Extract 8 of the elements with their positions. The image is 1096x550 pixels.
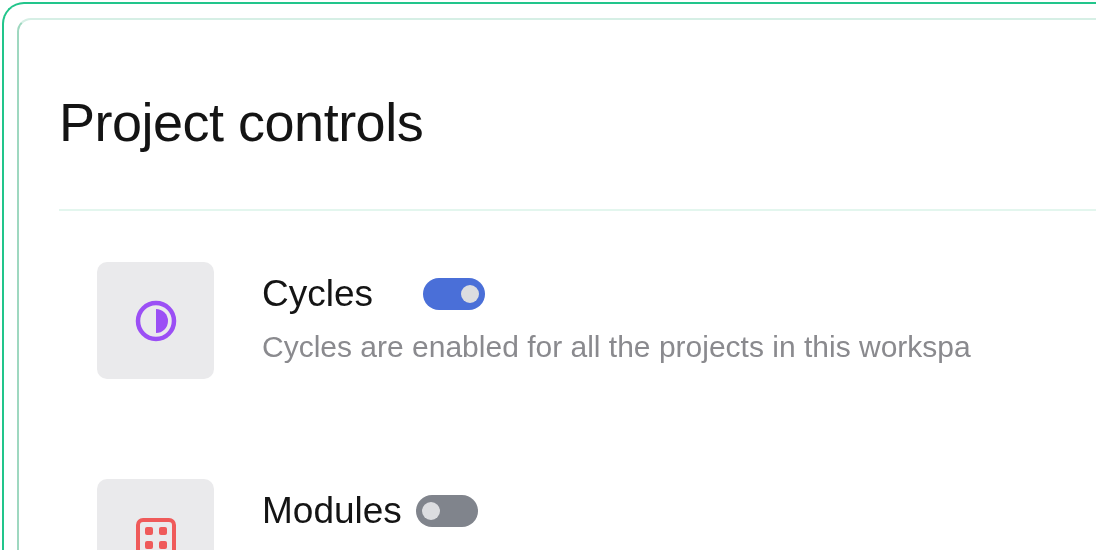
feature-description: Cycles are enabled for all the projects in this workspa <box>262 329 971 365</box>
toggle-switch[interactable] <box>423 278 486 310</box>
feature-name: Cycles <box>262 272 374 316</box>
toggle-switch[interactable] <box>415 495 478 527</box>
page-title: Project controls <box>59 91 425 154</box>
grid-dots-icon <box>133 515 178 550</box>
feature-name: Modules <box>262 489 402 533</box>
contrast-icon <box>133 298 178 343</box>
